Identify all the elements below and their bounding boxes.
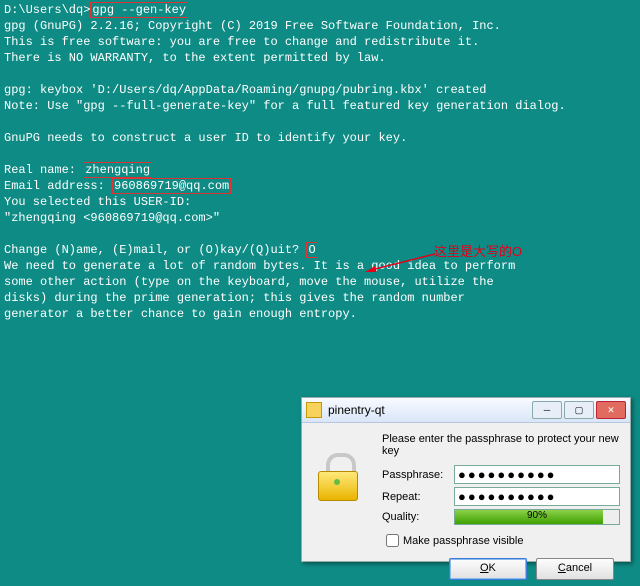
close-button[interactable]: ✕ [596,401,626,419]
output-line: Note: Use "gpg --full-generate-key" for … [4,98,636,114]
lock-icon [306,402,322,418]
annotation-text: 这里是大写的O [434,244,522,260]
pinentry-dialog: pinentry-qt ─ ▢ ✕ Please enter the passp… [301,397,631,562]
minimize-button[interactable]: ─ [532,401,562,419]
quality-label: Quality: [382,511,454,523]
email-value: 960869719@qq.com [112,178,231,194]
titlebar[interactable]: pinentry-qt ─ ▢ ✕ [302,398,630,423]
output-line: gpg (GnuPG) 2.2.16; Copyright (C) 2019 F… [4,18,636,34]
name-label: Real name: [4,163,83,177]
output-line: We need to generate a lot of random byte… [4,258,636,274]
cancel-label: ancel [566,562,592,574]
output-line: generator a better chance to gain enough… [4,306,636,322]
repeat-label: Repeat: [382,491,454,503]
email-label: Email address: [4,179,112,193]
ok-label: K [489,562,496,574]
output-line: GnuPG needs to construct a user ID to id… [4,130,636,146]
visible-checkbox-label: Make passphrase visible [403,535,523,547]
output-line: "zhengqing <960869719@qq.com>" [4,210,636,226]
terminal: D:\Users\dq>gpg --gen-key gpg (GnuPG) 2.… [0,0,640,324]
output-line: some other action (type on the keyboard,… [4,274,636,290]
quality-percent: 90% [455,510,619,521]
ok-button[interactable]: OK [449,558,527,580]
passphrase-label: Passphrase: [382,469,454,481]
output-line: This is free software: you are free to c… [4,34,636,50]
repeat-input[interactable]: ●●●●●●●●●● [454,487,620,506]
visible-checkbox[interactable]: Make passphrase visible [382,531,620,550]
dialog-message: Please enter the passphrase to protect y… [382,433,620,457]
output-line: disks) during the prime generation; this… [4,290,636,306]
prompt: D:\Users\dq> [4,3,90,17]
quality-bar: 90% [454,509,620,525]
window-title: pinentry-qt [328,403,530,417]
output-line: gpg: keybox 'D:/Users/dq/AppData/Roaming… [4,82,636,98]
visible-checkbox-input[interactable] [386,534,399,547]
answer-o: O [306,242,317,258]
command-highlight: gpg --gen-key [90,2,188,18]
output-line: You selected this USER-ID: [4,194,636,210]
annotation-arrow-icon [365,252,435,272]
name-value: zhengqing [83,162,152,178]
cancel-button[interactable]: Cancel [536,558,614,580]
passphrase-input[interactable]: ●●●●●●●●●● [454,465,620,484]
change-prompt: Change (N)ame, (E)mail, or (O)kay/(Q)uit… [4,243,306,257]
maximize-button[interactable]: ▢ [564,401,594,419]
lock-icon [314,453,360,503]
output-line: There is NO WARRANTY, to the extent perm… [4,50,636,66]
